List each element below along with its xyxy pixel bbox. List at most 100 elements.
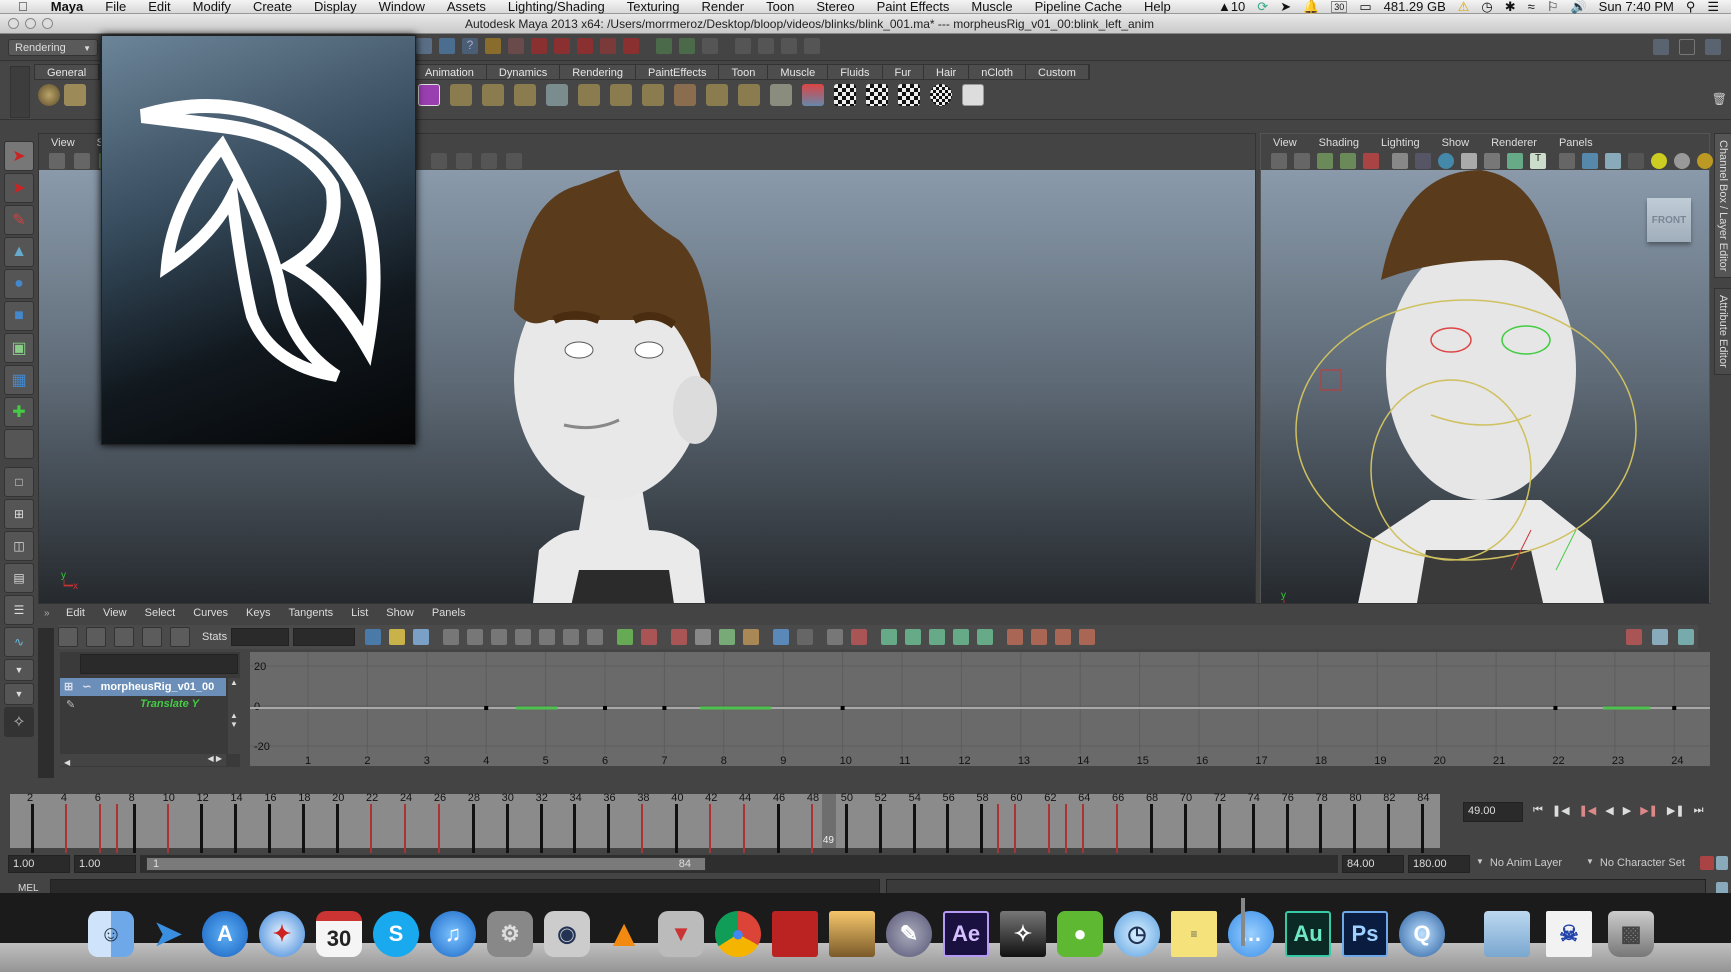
clamped-tangent-icon[interactable] <box>491 629 508 645</box>
playback-end-field[interactable]: 84.00 <box>1342 855 1404 873</box>
notification-bell-icon[interactable]: 🔔 <box>1303 0 1319 15</box>
playback-start-field[interactable]: 1.00 <box>74 855 136 873</box>
dock-quicktime-icon[interactable]: Q <box>1399 911 1445 957</box>
menu-assets[interactable]: Assets <box>436 0 497 14</box>
dock-vlc-icon[interactable]: ▲ <box>601 911 647 957</box>
zoom-window-button[interactable] <box>42 18 53 29</box>
shelf-tool-4-icon[interactable] <box>514 84 536 106</box>
range-slider-track[interactable]: 1 84 <box>140 855 1338 873</box>
animation-start-field[interactable]: 1.00 <box>8 855 70 873</box>
textured-icon[interactable] <box>1628 153 1644 169</box>
graph-editor-expand-icon[interactable]: » <box>44 608 50 619</box>
character-set-dropdown[interactable]: ▼ No Character Set <box>1586 857 1685 869</box>
two-d-pan-zoom-icon[interactable] <box>1363 153 1379 169</box>
smooth-shade-icon[interactable] <box>1582 153 1598 169</box>
make-live-icon[interactable] <box>623 38 639 54</box>
ge-menu-view[interactable]: View <box>103 607 127 619</box>
normalize-icon[interactable] <box>881 629 898 645</box>
dock-stickies-icon[interactable]: ≡ <box>1171 911 1217 957</box>
render-icon[interactable] <box>416 38 432 54</box>
gate-mask-icon[interactable] <box>1461 153 1477 169</box>
lock-icon[interactable] <box>485 38 501 54</box>
last-tool-slot[interactable] <box>4 429 34 459</box>
menu-set-dropdown[interactable]: Rendering ▼ <box>8 39 98 56</box>
center-current-time-icon[interactable] <box>413 629 430 645</box>
ge-menu-panels[interactable]: Panels <box>432 607 466 619</box>
dock-calendar-icon[interactable]: 30 <box>316 911 362 957</box>
render-current-frame-icon[interactable] <box>735 38 751 54</box>
select-camera-icon[interactable] <box>49 153 65 169</box>
volume-icon[interactable]: 🔊 <box>1570 0 1586 15</box>
poly-cube-icon[interactable] <box>64 84 86 106</box>
light-cone-icon[interactable] <box>802 84 824 106</box>
layout-single-pane-icon[interactable]: □ <box>4 467 34 497</box>
menu-create[interactable]: Create <box>242 0 303 14</box>
grid-icon[interactable] <box>1392 153 1408 169</box>
shelf-tool-5-icon[interactable] <box>546 84 568 106</box>
plateau-tangent-icon[interactable] <box>587 629 604 645</box>
go-to-start-button[interactable]: ⏮ <box>1533 804 1543 817</box>
pin-icon[interactable]: ✎ <box>66 698 75 711</box>
ge-menu-curves[interactable]: Curves <box>193 607 228 619</box>
ge-menu-keys[interactable]: Keys <box>246 607 270 619</box>
menu-render[interactable]: Render <box>690 0 755 14</box>
menu-display[interactable]: Display <box>303 0 368 14</box>
open-dope-sheet-icon[interactable] <box>1007 629 1024 645</box>
app-menu-maya[interactable]: Maya <box>40 0 95 14</box>
high-quality-icon[interactable] <box>1697 153 1713 169</box>
dock-audition-icon[interactable]: Au <box>1285 911 1331 957</box>
menu-edit[interactable]: Edit <box>137 0 181 14</box>
film-gate-icon[interactable] <box>1415 153 1431 169</box>
dock-iphoto-icon[interactable] <box>829 911 875 957</box>
wifi-icon[interactable]: ≈ <box>1528 0 1535 14</box>
buffer-curve-snapshot-icon[interactable] <box>617 629 634 645</box>
shelf-tool-2-icon[interactable] <box>450 84 472 106</box>
flat-tangent-icon[interactable] <box>539 629 556 645</box>
layout-arrow-1-icon[interactable]: ▼ <box>4 659 34 681</box>
spline-tangent-icon[interactable] <box>467 629 484 645</box>
translate-like-tool-icon[interactable]: ▲ <box>4 237 34 267</box>
warning-icon[interactable]: ⚠ <box>1458 0 1470 15</box>
snap-curve-icon[interactable] <box>554 38 570 54</box>
dock-documents-folder-icon[interactable] <box>1484 911 1530 957</box>
ge-menu-select[interactable]: Select <box>145 607 176 619</box>
snap-view-plane-icon[interactable] <box>600 38 616 54</box>
menu-help[interactable]: Help <box>1133 0 1182 14</box>
bookmarks-icon[interactable] <box>1317 153 1333 169</box>
dock-maya-icon[interactable]: ✧ <box>1000 911 1046 957</box>
backface-icon[interactable] <box>506 153 522 169</box>
unify-tangents-icon[interactable] <box>695 629 712 645</box>
expand-icon[interactable]: ⊞ <box>64 681 73 693</box>
shelf-trash-icon[interactable]: 🗑 <box>1712 92 1727 106</box>
keyframe-point[interactable] <box>1672 706 1677 710</box>
keyframe-point[interactable] <box>1553 706 1558 710</box>
denormalize-icon[interactable] <box>905 629 922 645</box>
viewport-right-canvas[interactable]: FRONT y┕━x persp <box>1261 170 1709 638</box>
viewcube[interactable]: FRONT <box>1647 198 1691 242</box>
outliner-vertical-scrollbar[interactable]: ▲ ▲ ▼ <box>228 678 240 754</box>
select-by-name-icon[interactable] <box>508 38 524 54</box>
shelf-tool-10-icon[interactable] <box>706 84 728 106</box>
shadows-icon[interactable] <box>1674 153 1690 169</box>
menu-stereo[interactable]: Stereo <box>805 0 865 14</box>
keyframe-point[interactable] <box>603 706 608 710</box>
resolution-gate-icon[interactable] <box>1438 153 1454 169</box>
use-default-lighting-icon[interactable] <box>1651 153 1667 169</box>
scroll-left-icon[interactable]: ◀ <box>64 758 70 767</box>
dock-itunes-icon[interactable]: ♫ <box>430 911 476 957</box>
hypershade-icon[interactable] <box>804 38 820 54</box>
scroll-right-icon[interactable]: ◀ ▶ <box>207 754 222 763</box>
ipr-icon[interactable] <box>758 38 774 54</box>
image-plane-icon[interactable] <box>1340 153 1356 169</box>
shelf-tab-toon[interactable]: Toon <box>719 65 769 79</box>
safe-title-icon[interactable]: T <box>1530 153 1546 169</box>
open-trax-icon[interactable] <box>1031 629 1048 645</box>
vp-right-menu-lighting[interactable]: Lighting <box>1381 137 1420 149</box>
range-slider-bar[interactable]: 1 84 <box>146 857 706 871</box>
dock-sparrow-icon[interactable]: ➤ <box>145 911 191 957</box>
dock-skype-icon[interactable]: S <box>373 911 419 957</box>
channel-control-strip[interactable] <box>38 628 54 778</box>
menu-toon[interactable]: Toon <box>755 0 805 14</box>
select-tool-icon[interactable]: ➤ <box>4 141 34 171</box>
animation-preferences-button[interactable] <box>1716 856 1728 870</box>
